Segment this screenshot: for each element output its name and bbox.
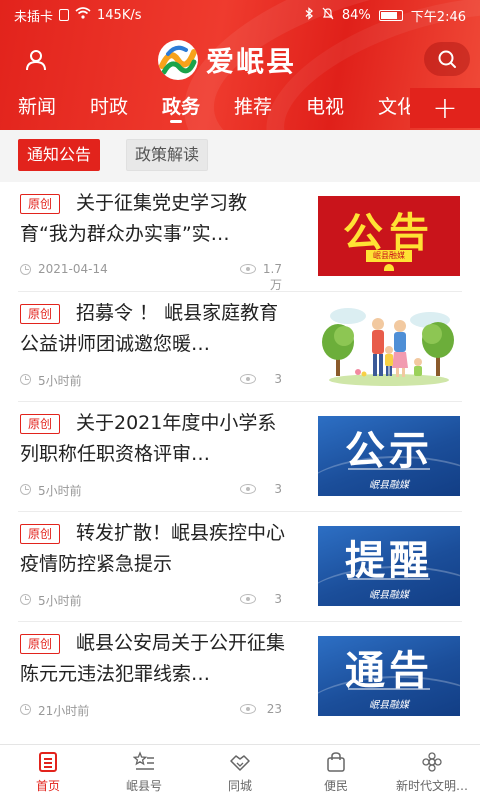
thumbnail-brand: 岷县融媒 [369, 700, 409, 711]
battery-icon [378, 9, 403, 21]
bottom-nav-label: 首页 [35, 779, 60, 793]
top-bar: 爱岷县 [0, 38, 480, 82]
user-icon [26, 50, 46, 71]
news-meta: 2021-04-14 1.7万 [20, 262, 282, 292]
news-thumbnail: 提醒 岷县融媒 [318, 526, 460, 606]
eye-icon [240, 484, 256, 494]
tab-recommend[interactable]: 推荐 [234, 92, 272, 119]
thumbnail-brand: 岷县融媒 [366, 250, 412, 262]
bottom-nav-label: 同城 [227, 779, 252, 793]
bottom-nav-county[interactable]: 岷县号 [96, 751, 192, 794]
subtabs-bar: 通知公告 政策解读 [0, 130, 480, 182]
bottom-nav: 首页 岷县号 同城 便民 新时代文明… [0, 744, 480, 800]
news-item[interactable]: 原创 关于征集党史学习教育“我为群众办实事”实… 2021-04-14 1.7万… [0, 182, 480, 292]
thumbnail-brand: 岷县融媒 [369, 480, 409, 491]
tab-politics[interactable]: 时政 [90, 92, 128, 119]
news-item[interactable]: 原创 岷县公安局关于公开征集陈元元违法犯罪线索… 21小时前 23 通告 岷县融… [0, 622, 480, 732]
carrier-label: 未插卡 [14, 9, 54, 25]
clock-icon [20, 264, 31, 275]
tab-news[interactable]: 新闻 [18, 92, 56, 119]
view-count: 23 [266, 702, 282, 716]
news-time: 21小时前 [38, 704, 90, 718]
bottom-nav-local[interactable]: 同城 [192, 751, 288, 794]
clock-icon [20, 594, 31, 605]
news-title: 关于2021年度中小学系列职称任职资格评审… [20, 412, 277, 465]
view-count: 1.7万 [262, 262, 282, 292]
news-meta: 5小时前 3 [20, 482, 282, 498]
news-time: 5小时前 [38, 594, 82, 608]
divider [348, 578, 430, 580]
logo-mark-icon [384, 264, 394, 271]
news-thumbnail: 公告 岷县融媒 [318, 196, 460, 276]
logo-mark-icon [158, 40, 198, 80]
bottom-nav-civilization[interactable]: 新时代文明… [384, 751, 480, 794]
news-title: 转发扩散！岷县疾控中心疫情防控紧急提示 [20, 522, 286, 575]
eye-icon [240, 374, 256, 384]
news-thumbnail: 公示 岷县融媒 [318, 416, 460, 496]
view-count: 3 [274, 372, 282, 386]
subtab-notices[interactable]: 通知公告 [18, 139, 101, 171]
clock-icon [20, 704, 31, 715]
divider [348, 688, 430, 690]
eye-icon [240, 264, 256, 274]
handshake-icon [229, 751, 251, 773]
bottom-nav-label: 岷县号 [125, 779, 162, 793]
status-bar: 未插卡 145K/s 84% 下午2:46 [0, 0, 480, 30]
news-time: 5小时前 [38, 484, 82, 498]
user-button[interactable] [22, 46, 50, 74]
clock-time: 下午2:46 [410, 9, 466, 25]
bottom-nav-home[interactable]: 首页 [0, 751, 96, 794]
star-list-icon [132, 751, 155, 773]
clock-icon [20, 484, 31, 495]
thumbnail-brand: 岷县融媒 [369, 590, 409, 601]
logo-text: 爱岷县 [206, 45, 297, 78]
battery-percent: 84% [341, 7, 371, 23]
plus-icon: + [432, 90, 458, 126]
view-count: 3 [274, 482, 282, 496]
mute-bell-icon [322, 7, 334, 24]
news-title: 招募令 ！ 岷县家庭教育公益讲师团诚邀您暖… [20, 302, 279, 355]
search-icon [438, 50, 456, 68]
news-title: 岷县公安局关于公开征集陈元元违法犯罪线索… [20, 632, 286, 685]
news-thumbnail: 通告 岷县融媒 [318, 636, 460, 716]
news-thumbnail [318, 306, 460, 386]
view-count: 3 [274, 592, 282, 606]
bluetooth-icon [305, 6, 314, 24]
eye-icon [240, 704, 256, 714]
wifi-icon [75, 7, 91, 23]
app-header: 未插卡 145K/s 84% 下午2:46 爱岷县 新闻 时政 政务 推荐 电视… [0, 0, 480, 130]
family-illustration [318, 306, 460, 386]
news-item[interactable]: 原创 转发扩散！岷县疾控中心疫情防控紧急提示 5小时前 3 提醒 岷县融媒 [0, 512, 480, 622]
network-speed: 145K/s [97, 7, 142, 23]
bottom-nav-label: 新时代文明… [395, 779, 468, 793]
news-meta: 5小时前 3 [20, 592, 282, 608]
clock-icon [20, 374, 31, 385]
subtab-policy[interactable]: 政策解读 [126, 139, 209, 171]
channel-tabs: 新闻 时政 政务 推荐 电视 文化 + [0, 88, 480, 128]
tab-government[interactable]: 政务 [162, 92, 200, 119]
app-logo: 爱岷县 [158, 40, 296, 80]
divider [348, 468, 430, 470]
news-item[interactable]: 原创 招募令 ！ 岷县家庭教育公益讲师团诚邀您暖… 5小时前 3 [0, 292, 480, 402]
eye-icon [240, 594, 256, 604]
shopping-bag-icon [325, 751, 347, 773]
search-button[interactable] [424, 42, 470, 76]
news-meta: 5小时前 3 [20, 372, 282, 388]
add-channel-button[interactable]: + [410, 88, 480, 128]
tab-tv[interactable]: 电视 [306, 92, 344, 119]
news-meta: 21小时前 23 [20, 702, 282, 718]
active-tab-indicator [170, 120, 182, 123]
home-icon [37, 751, 59, 773]
news-time: 2021-04-14 [38, 262, 108, 276]
news-time: 5小时前 [38, 374, 82, 388]
news-item[interactable]: 原创 关于2021年度中小学系列职称任职资格评审… 5小时前 3 公示 岷县融媒 [0, 402, 480, 512]
news-title: 关于征集党史学习教育“我为群众办实事”实… [20, 192, 248, 245]
bottom-nav-services[interactable]: 便民 [288, 751, 384, 794]
flower-icon [421, 751, 443, 773]
sim-icon [59, 9, 70, 21]
bottom-nav-label: 便民 [323, 779, 348, 793]
